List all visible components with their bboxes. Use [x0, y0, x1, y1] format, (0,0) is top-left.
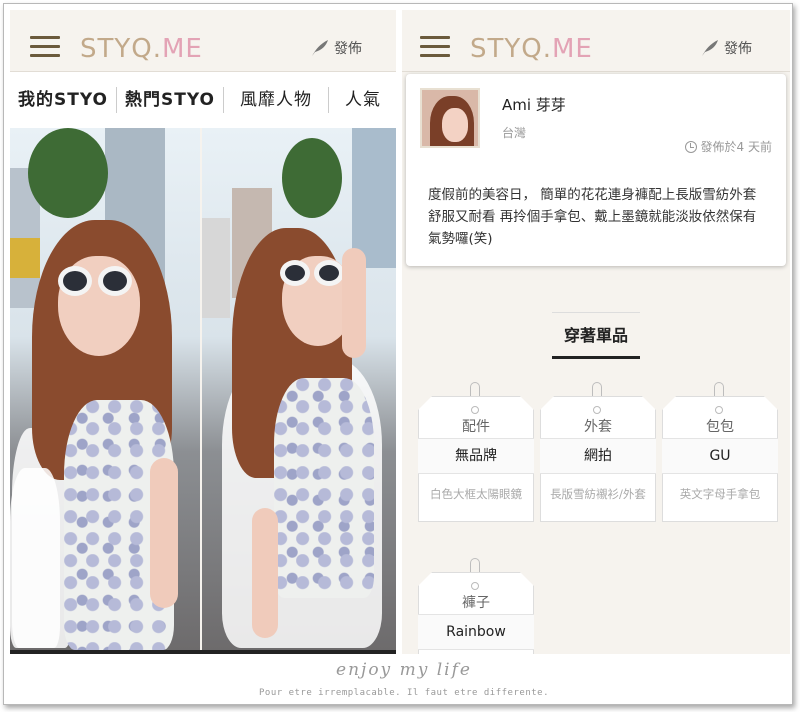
- logo-me-text: ME: [162, 34, 203, 64]
- photo-bottom-bar: [10, 650, 396, 654]
- feather-icon: [312, 40, 328, 56]
- app-logo[interactable]: STYQ.ME: [80, 34, 203, 64]
- post-button[interactable]: 發佈: [700, 38, 752, 58]
- outfit-photo[interactable]: [10, 128, 200, 650]
- tag-hole: [593, 406, 601, 414]
- tag-hole: [471, 406, 479, 414]
- item-tag[interactable]: 外套 網拍 長版雪紡襯衫/外套: [540, 382, 656, 522]
- logo-text: STYQ.: [470, 34, 552, 64]
- item-brand: 無品牌: [418, 438, 534, 474]
- item-tag[interactable]: 褲子 Rainbow: [418, 558, 534, 654]
- item-tag[interactable]: 配件 無品牌 白色大框太陽眼鏡: [418, 382, 534, 522]
- item-category: 配件: [462, 419, 490, 435]
- tab-trending-people[interactable]: 風靡人物: [224, 87, 329, 113]
- outfit-photo-carousel[interactable]: [10, 128, 396, 650]
- post-card: Ami 芽芽 台灣 發佈於4 天前 度假前的美容日， 簡單的花花連身褲配上長版雪…: [406, 74, 786, 266]
- posted-time-text: 發佈於4 天前: [700, 140, 772, 154]
- item-name: 白色大框太陽眼鏡: [430, 487, 522, 501]
- menu-icon[interactable]: [30, 36, 60, 58]
- signature-tagline: Pour etre irremplacable. Il faut etre di…: [258, 688, 549, 698]
- tag-hole: [471, 582, 479, 590]
- tab-popular[interactable]: 人氣: [329, 87, 389, 113]
- username[interactable]: Ami 芽芽: [502, 94, 566, 115]
- item-brand: 網拍: [540, 438, 656, 474]
- tab-my-styo[interactable]: 我的STYO: [10, 87, 117, 113]
- item-brand: GU: [662, 438, 778, 474]
- post-label: 發佈: [724, 41, 752, 57]
- posted-time: 發佈於4 天前: [684, 138, 772, 155]
- outfit-photo[interactable]: [202, 128, 396, 650]
- app-logo[interactable]: STYQ.ME: [470, 34, 593, 64]
- tag-hole: [715, 406, 723, 414]
- item-tag[interactable]: 包包 GU 英文字母手拿包: [662, 382, 778, 522]
- item-brand: Rainbow: [418, 614, 534, 650]
- logo-text: STYQ.: [80, 34, 162, 64]
- left-phone-screen: STYQ.ME 發佈 我的STYO 熱門STYO 風靡人物 人氣: [10, 10, 396, 654]
- item-name: 英文字母手拿包: [679, 487, 761, 501]
- menu-icon[interactable]: [420, 36, 450, 58]
- post-button[interactable]: 發佈: [310, 38, 362, 58]
- right-phone-screen: STYQ.ME 發佈 Ami 芽芽 台灣 發佈於4 天前 度假前的美容日， 簡單…: [402, 10, 790, 654]
- image-frame: STYQ.ME 發佈 我的STYO 熱門STYO 風靡人物 人氣 STYQ.ME…: [3, 3, 793, 705]
- post-caption: 度假前的美容日， 簡單的花花連身褲配上長版雪紡外套舒服又耐看 再拎個手拿包、戴上…: [428, 187, 757, 247]
- item-category: 包包: [706, 419, 734, 435]
- tab-hot-styo[interactable]: 熱門STYO: [117, 87, 224, 113]
- app-header: STYQ.ME 發佈: [10, 10, 396, 72]
- category-tabs: 我的STYO 熱門STYO 風靡人物 人氣: [10, 72, 396, 128]
- feather-icon: [702, 40, 718, 56]
- clock-icon: [684, 140, 697, 153]
- signature: enjoy my life: [336, 660, 472, 680]
- logo-me-text: ME: [552, 34, 593, 64]
- item-name: 長版雪紡襯衫/外套: [550, 487, 646, 501]
- post-label: 發佈: [334, 41, 362, 57]
- item-category: 褲子: [462, 595, 490, 611]
- item-category: 外套: [584, 419, 612, 435]
- app-header: STYQ.ME 發佈: [402, 10, 790, 72]
- section-title-worn-items: 穿著單品: [552, 312, 640, 359]
- avatar[interactable]: [420, 88, 480, 148]
- user-location: 台灣: [502, 126, 527, 140]
